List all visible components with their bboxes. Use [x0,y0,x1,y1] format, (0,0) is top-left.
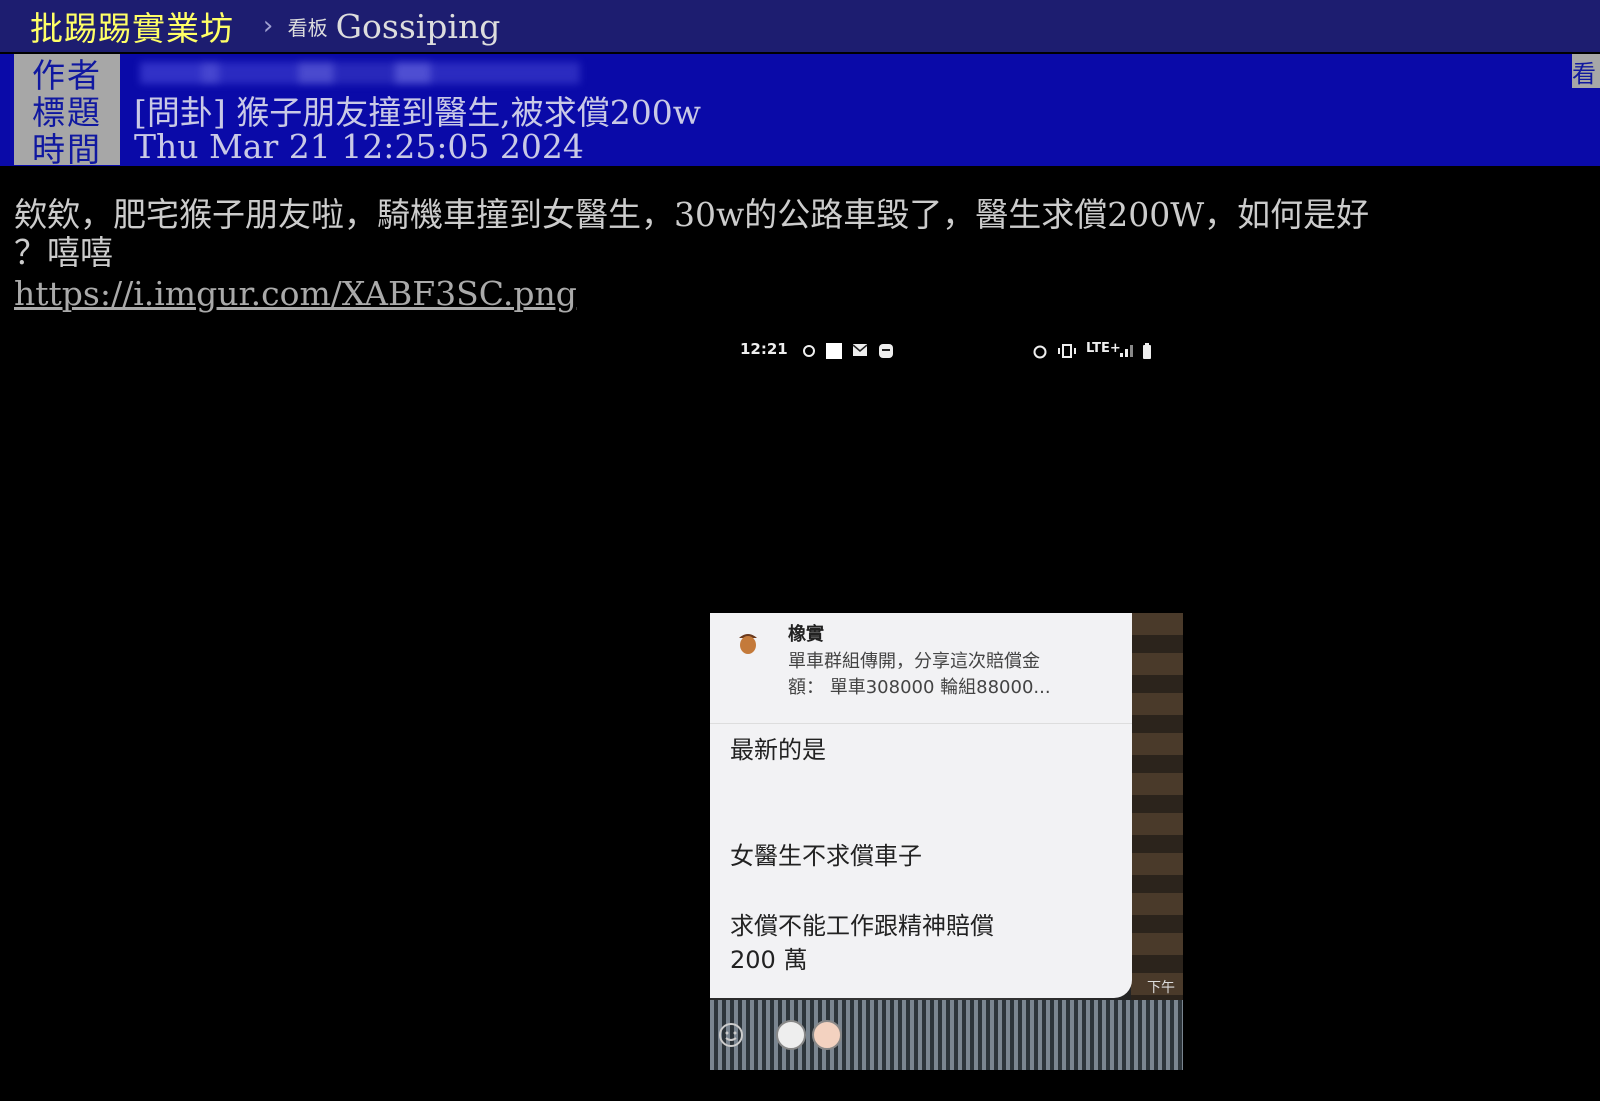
chat-message-3-line-1: 求償不能工作跟精神賠償 [730,912,994,940]
article-meta-header: 作者 標題 [問卦] 猴子朋友撞到醫生,被求償200w 時間 Thu Mar 2… [0,54,1600,169]
board-name-link[interactable]: Gossiping [336,7,501,46]
breadcrumb-separator: › [260,11,276,41]
top-nav-bar: 批踢踢實業坊 › 看板 Gossiping [0,0,1600,52]
phone-status-bar: 12:21 LTE+ [740,340,1160,366]
message-time-label: 下午 [1147,980,1175,996]
embedded-chat-screenshot: 橡實 單車群組傳開，分享這次賠償金 額： 單車308000 輪組88000...… [710,613,1183,1070]
chat-message-2: 女醫生不求償車子 [730,842,922,870]
alarm-icon [803,345,815,357]
chat-message-3-line-2: 200 萬 [730,946,808,974]
mail-icon [852,344,868,356]
face-reaction-icon [812,1020,842,1050]
chat-bubble: 橡實 單車群組傳開，分享這次賠償金 額： 單車308000 輪組88000...… [710,613,1132,998]
network-label: LTE+ [1086,341,1121,356]
acorn-avatar-icon [739,634,757,654]
panda-reaction-icon [776,1020,806,1050]
body-line-1: 欸欸，肥宅猴子朋友啦，騎機車撞到女醫生，30w的公路車毀了，醫生求償200W，如… [14,195,1370,234]
battery-icon [1143,343,1151,359]
signal-icon [1120,345,1133,357]
vibrate-icon [1058,344,1076,358]
chat-message-3: 求償不能工作跟精神賠償 200 萬 [730,909,994,977]
site-name-link[interactable]: 批踢踢實業坊 [30,2,234,50]
notification-body-line-1: 單車群組傳開，分享這次賠償金 [788,651,1040,672]
time-row: 時間 Thu Mar 21 12:25:05 2024 [14,127,584,169]
board-side-tab: 看 [1572,54,1600,88]
body-line-2: ？嘻嘻 [14,233,113,272]
notification-sender: 橡實 [788,624,824,645]
image-link[interactable]: https://i.imgur.com/XABF3SC.png [14,274,577,313]
title-row: 標題 [問卦] 猴子朋友撞到醫生,被求償200w [14,91,701,132]
article-body: 欸欸，肥宅猴子朋友啦，騎機車撞到女醫生，30w的公路車毀了，醫生求償200W，如… [14,196,1574,272]
notification-body: 單車群組傳開，分享這次賠償金 額： 單車308000 輪組88000... [788,649,1118,701]
board-prefix-label: 看板 [287,15,328,40]
time-label: 時間 [14,128,120,169]
alarm-clock-icon [1033,345,1047,359]
status-time: 12:21 [740,340,788,358]
reply-notification: 橡實 單車群組傳開，分享這次賠償金 額： 單車308000 輪組88000... [710,613,1132,724]
article-time: Thu Mar 21 12:25:05 2024 [134,127,584,166]
reaction-row [718,1020,842,1050]
smiley-icon [719,1023,743,1047]
notification-body-line-2: 額： 單車308000 輪組88000... [788,677,1051,698]
chat-icon [879,344,893,358]
author-value-blurred [140,61,580,84]
chat-message-1: 最新的是 [730,736,826,764]
square-notification-icon [826,343,842,359]
